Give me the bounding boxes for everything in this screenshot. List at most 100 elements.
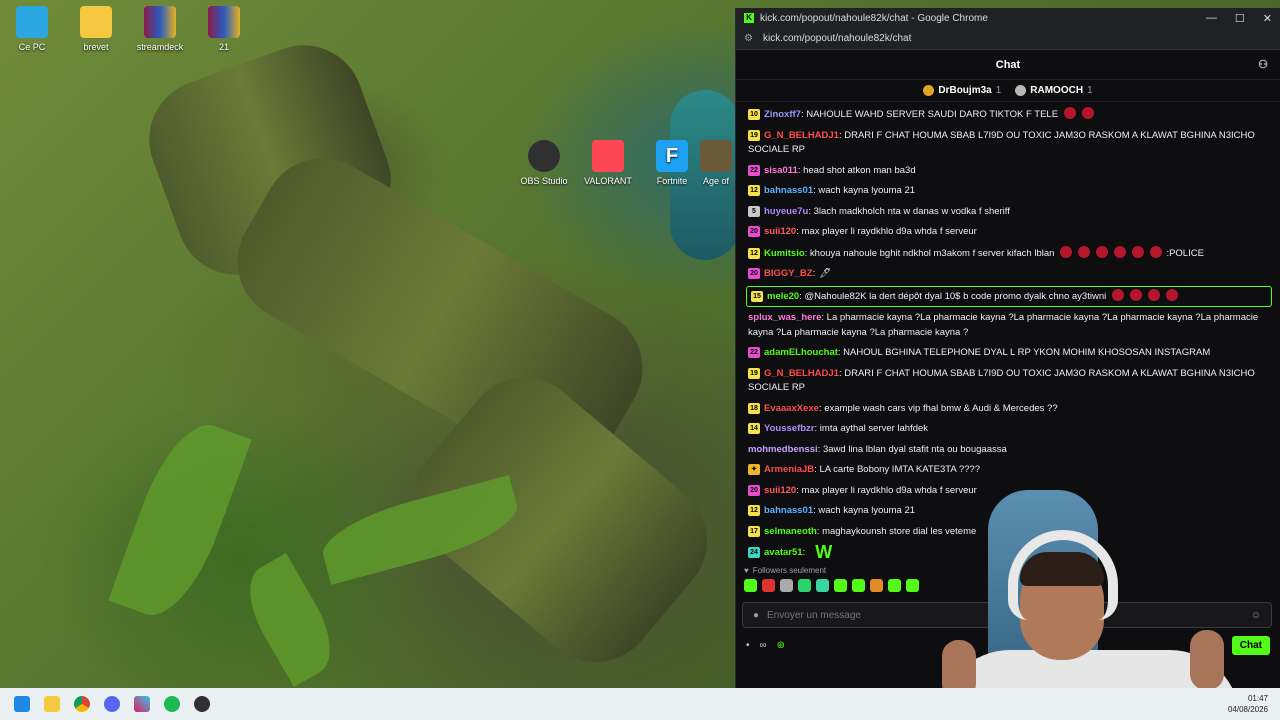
chat-message[interactable]: mohmedbenssi: 3awd lina lblan dyal stafi… <box>746 440 1272 461</box>
emote-icon[interactable] <box>870 579 883 592</box>
close-button[interactable]: ✕ <box>1263 12 1272 25</box>
emote-icon[interactable] <box>762 579 775 592</box>
chat-message[interactable]: 20 BIGGY_BZ: 🖊 <box>746 264 1272 285</box>
desktop-icon-age-of[interactable]: Age of <box>696 140 736 186</box>
chat-username[interactable]: bahnass01 <box>764 185 813 196</box>
emote-icon[interactable] <box>780 579 793 592</box>
chat-username[interactable]: BIGGY_BZ <box>764 268 813 279</box>
chat-message[interactable]: splux_was_here: La pharmacie kayna ?La p… <box>746 308 1272 343</box>
chat-message[interactable]: 10 Zinoxff7: NAHOULE WAHD SERVER SAUDI DA… <box>746 104 1272 126</box>
chat-message-text: : wach kayna lyouma 21 <box>813 185 916 196</box>
emote-icon[interactable] <box>744 579 757 592</box>
chat-username[interactable]: G_N_BELHADJ1 <box>764 130 839 141</box>
desktop-icon-obs[interactable]: OBS Studio <box>516 140 572 186</box>
chat-username[interactable]: mohmedbenssi <box>748 444 818 455</box>
chat-username[interactable]: Kumitsio <box>764 248 805 259</box>
leaderboard-name: RAMOOCH <box>1030 85 1084 96</box>
emote-icon[interactable] <box>834 579 847 592</box>
file-explorer-icon[interactable] <box>44 696 60 712</box>
discord-icon[interactable] <box>104 696 120 712</box>
system-tray-clock[interactable]: 01:47 04/08/2026 <box>1228 693 1268 715</box>
maximize-button[interactable]: ☐ <box>1235 12 1245 25</box>
chat-message[interactable]: 18 EvaaaxXexe: example wash cars vip fhal… <box>746 399 1272 420</box>
emote-icon[interactable] <box>888 579 901 592</box>
chat-message[interactable]: 20 suii120: max player li raydkhlo d9a wh… <box>746 222 1272 243</box>
emote-icon <box>1096 245 1109 258</box>
leaderboard-item[interactable]: DrBoujm3a 1 <box>923 85 1001 96</box>
slack-icon[interactable] <box>134 696 150 712</box>
desktop-icon-brevet[interactable]: brevet <box>68 6 124 52</box>
window-title: kick.com/popout/nahoule82k/chat - Google… <box>760 12 988 24</box>
chat-message-text: : @Nahoule82K la dert dépôt dyal 10$ b c… <box>799 290 1107 302</box>
emote-icon[interactable] <box>816 579 829 592</box>
chat-message[interactable]: 19 G_N_BELHADJ1: DRARI F CHAT HOUMA SBAB … <box>746 364 1272 399</box>
desktop-icon-valorant[interactable]: VALORANT <box>580 140 636 186</box>
emote-icon <box>1114 245 1127 258</box>
chat-username[interactable]: Youssefbzr <box>764 423 815 434</box>
chat-message[interactable]: 22 sisa011: head shot atkon man ba3d <box>746 161 1272 182</box>
desktop-icon-label: streamdeck <box>136 42 184 52</box>
desktop-icon-label: VALORANT <box>584 176 632 186</box>
desktop-icon-streamdeck[interactable]: streamdeck <box>132 6 188 52</box>
chat-message[interactable]: 14 Youssefbzr: imta aythal server lahfdek <box>746 419 1272 440</box>
subscriber-badge: 12 <box>748 247 760 259</box>
chat-message[interactable]: 12 bahnass01: wach kayna lyouma 21 <box>746 181 1272 202</box>
user-settings-icon[interactable]: ⚇ <box>1258 58 1268 71</box>
chat-username[interactable]: bahnass01 <box>764 505 813 516</box>
chat-username[interactable]: adamELhouchat <box>764 347 838 358</box>
chat-username[interactable]: huyeue7u <box>764 206 808 217</box>
chat-username[interactable]: G_N_BELHADJ1 <box>764 368 839 379</box>
chat-message-text: : 3awd lina lblan dyal stafit nta ou bou… <box>817 443 1007 455</box>
emote-icon <box>1064 107 1077 119</box>
chat-username[interactable]: Zinoxff7 <box>764 109 801 120</box>
emote-icon[interactable] <box>906 579 919 592</box>
chat-message[interactable]: 5 huyeue7u: 3lach madkholch nta w danas w… <box>746 202 1272 223</box>
leaderboard-item[interactable]: RAMOOCH 1 <box>1015 85 1093 96</box>
chat-message-text: : NAHOUL BGHINA TELEPHONE DYAL L RP YKON… <box>837 347 1211 358</box>
chat-username[interactable]: selmaneoth <box>764 526 817 537</box>
chat-message[interactable]: 15 mele20: @Nahoule82K la dert dépôt dyal… <box>746 285 1272 307</box>
windows-start-icon[interactable] <box>14 696 30 712</box>
chat-message[interactable]: ✦ ArmeniaJB: LA carte Bobony IMTA KATE3TA… <box>746 460 1272 481</box>
obs-taskbar-icon[interactable] <box>194 696 210 712</box>
chat-username[interactable]: sisa011 <box>764 165 798 176</box>
address-bar[interactable]: ⚙ kick.com/popout/nahoule82k/chat <box>736 28 1280 50</box>
obs-icon <box>528 140 560 172</box>
webcam-overlay <box>940 490 1240 720</box>
minimize-button[interactable]: — <box>1206 12 1217 25</box>
chat-username[interactable]: suii120 <box>764 226 796 237</box>
subscriber-badge: 22 <box>748 164 760 176</box>
chrome-icon[interactable] <box>74 696 90 712</box>
desktop-icon-fortnite[interactable]: F Fortnite <box>644 140 700 186</box>
chat-username[interactable]: splux_was_here <box>748 312 821 323</box>
infinity-icon[interactable]: ∞ <box>760 640 767 651</box>
chat-message[interactable]: 22 adamELhouchat: NAHOUL BGHINA TELEPHONE… <box>746 343 1272 364</box>
site-info-icon[interactable]: ⚙ <box>744 33 753 44</box>
chat-message[interactable]: 12 Kumitsio: khouya nahoule bghit ndkhol … <box>746 243 1272 265</box>
chat-username[interactable]: EvaaaxXexe <box>764 403 819 414</box>
chat-username[interactable]: mele20 <box>767 291 799 302</box>
subscriber-badge: 14 <box>748 423 760 434</box>
streamer-hand <box>1190 630 1224 690</box>
address-url[interactable]: kick.com/popout/nahoule82k/chat <box>763 33 911 44</box>
chat-message-text: : <box>802 547 806 558</box>
desktop-icon-21[interactable]: 21 <box>196 6 252 52</box>
emote-icon[interactable] <box>852 579 865 592</box>
spotify-icon[interactable] <box>164 696 180 712</box>
subscriber-badge: 12 <box>748 505 760 516</box>
chat-username[interactable]: suii120 <box>764 485 796 496</box>
desktop-icon-label: Fortnite <box>656 176 688 186</box>
chat-username[interactable]: avatar51 <box>764 547 803 558</box>
emote-icon[interactable] <box>798 579 811 592</box>
chat-message-suffix: :POLICE <box>1166 247 1204 259</box>
desktop-icon-this-pc[interactable]: Ce PC <box>4 6 60 52</box>
emote-icon <box>1078 245 1091 258</box>
points-icon[interactable]: • <box>746 640 750 651</box>
subscriber-badge: 20 <box>748 226 760 237</box>
chat-message-suffix: 🖊 <box>819 268 832 279</box>
chat-message[interactable]: 19 G_N_BELHADJ1: DRARI F CHAT HOUMA SBAB … <box>746 126 1272 161</box>
message-icon: ● <box>753 609 760 621</box>
chat-username[interactable]: ArmeniaJB <box>764 464 814 475</box>
kick-badge-icon[interactable]: ⊛ <box>777 640 785 651</box>
emoji-icon[interactable]: ☺ <box>1251 610 1261 621</box>
